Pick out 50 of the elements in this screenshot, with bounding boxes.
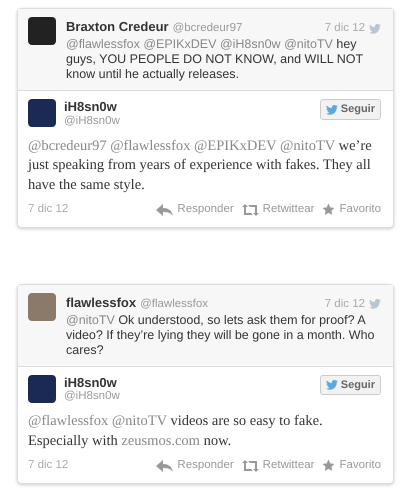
favorite-link[interactable]: Favorito [322,201,381,219]
tweet-text: @bcredeur97 @flawlessfox @EPIKxDEV @nitoTV we’re just speaking from years of experience with fakes. They all have the same style. [28,136,373,195]
reply-link[interactable]: Responder [156,201,234,219]
mention-link[interactable]: @nitoTV [284,37,333,52]
user-name[interactable]: Braxton Credeur [66,17,169,36]
tweet-date[interactable]: 7 dic 12 [28,457,68,475]
tweet-text: @nitoTV Ok understood, so lets ask them for proof? A video? If they’re lying they will be gone in a month. Who cares? [66,312,376,358]
user-name[interactable]: iH8sn0w [64,374,120,390]
user-name[interactable]: iH8sn0w [64,99,120,115]
retweet-icon [242,460,259,472]
avatar [28,374,56,403]
user-handle[interactable]: @bcredeur97 [172,20,242,38]
user-handle[interactable]: @iH8sn0w [64,114,120,129]
tweet-date[interactable]: 7 dic 12 [28,201,68,219]
reply-link[interactable]: Responder [156,457,234,475]
tweet-text: @flawlessfox @nitoTV videos are so easy to fake. Especially with zeusmos.com now. [28,412,324,451]
mention-link[interactable]: @flawlessfox [66,37,140,52]
web-link[interactable]: zeusmos.com [121,432,200,449]
reply-icon [156,204,174,216]
bird-icon [326,380,338,390]
mention-link[interactable]: @nitoTV [66,312,115,327]
reply-icon [156,460,174,472]
mention-link[interactable]: @EPIKxDEV [194,138,276,154]
avatar [28,17,56,45]
retweet-link[interactable]: Retwittear [242,201,314,219]
avatar [28,99,56,128]
retweet-icon [242,204,259,216]
mention-link[interactable]: @iH8sn0w [220,37,281,52]
follow-button[interactable]: Seguir [320,374,381,396]
mention-link[interactable]: @flawlessfox [28,413,108,430]
bird-icon [369,299,381,310]
tweet-date[interactable]: 7 dic 12 [324,20,365,38]
favorite-link[interactable]: Favorito [322,457,381,475]
mention-link[interactable]: @nitoTV [280,138,336,154]
follow-button[interactable]: Seguir [320,99,381,120]
user-handle[interactable]: @iH8sn0w [64,390,120,404]
bird-icon [326,104,338,114]
bird-icon [369,24,381,34]
user-name[interactable]: flawlessfox [66,292,136,312]
tweet-date[interactable]: 7 dic 12 [324,296,365,313]
star-icon [322,203,336,216]
star-icon [322,459,336,472]
mention-link[interactable]: @nitoTV [112,413,167,430]
mention-link[interactable]: @bcredeur97 [28,138,107,154]
user-handle[interactable]: @flawlessfox [140,296,208,313]
mention-link[interactable]: @EPIKxDEV [143,37,216,52]
tweet-text: @flawlessfox @EPIKxDEV @iH8sn0w @nitoTV hey guys, YOU PEOPLE DO NOT KNOW, and WILL NOT know until he actually releases. [66,37,364,82]
retweet-link[interactable]: Retwittear [242,457,314,475]
mention-link[interactable]: @flawlessfox [110,138,190,154]
avatar [28,292,56,321]
